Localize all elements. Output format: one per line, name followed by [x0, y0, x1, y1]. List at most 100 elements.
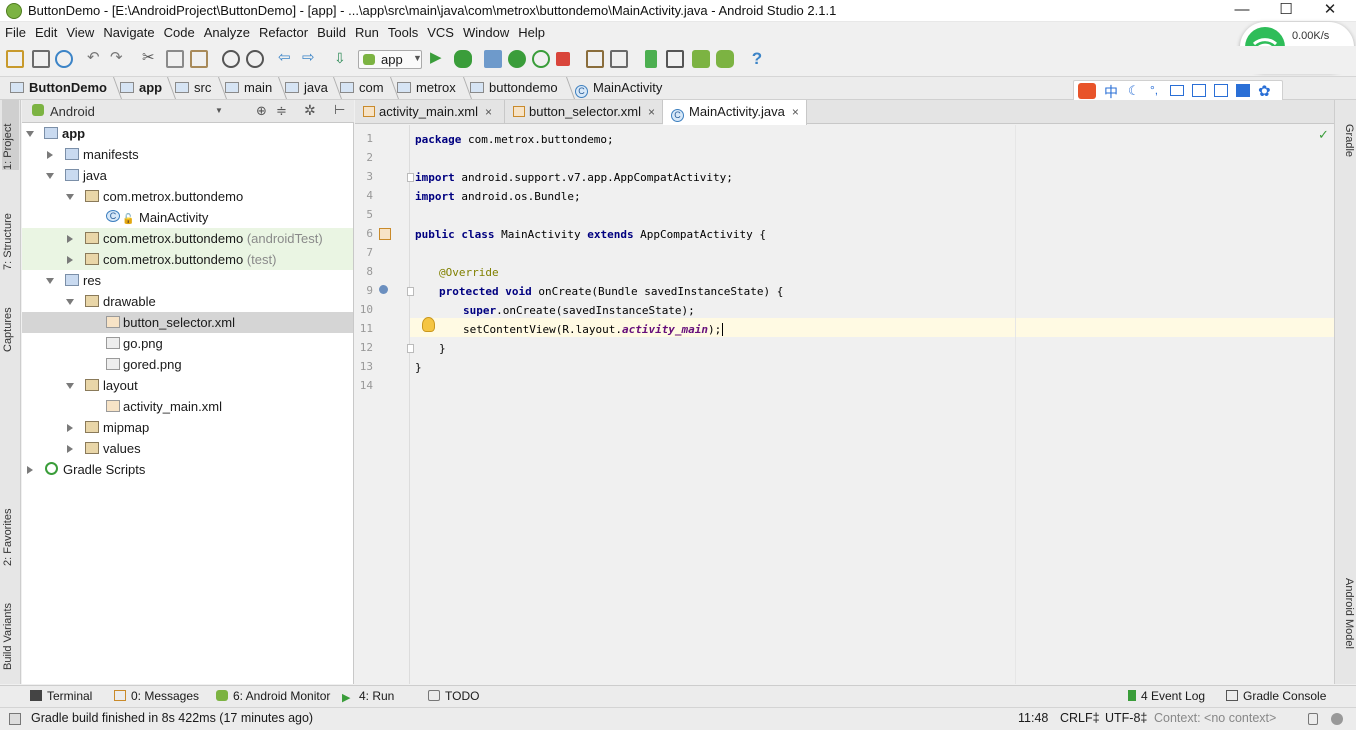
menu-window[interactable]: Window [458, 22, 513, 42]
tool-tab-structure[interactable]: 7: Structure [2, 190, 19, 270]
copy-icon[interactable] [166, 50, 184, 68]
find-icon[interactable] [222, 50, 240, 68]
run-icon[interactable]: ▶ [430, 50, 448, 68]
stop-icon[interactable] [556, 52, 570, 66]
apply-changes-icon[interactable] [508, 50, 526, 68]
line-separator[interactable]: CRLF‡ [1060, 711, 1100, 725]
tool-tab-build-variants[interactable]: Build Variants [2, 578, 19, 670]
menu-build[interactable]: Build [312, 22, 350, 42]
scroll-from-source-icon[interactable]: ⊕ [256, 103, 267, 119]
inspection-ok-icon[interactable]: ✓ [1318, 127, 1329, 143]
android-device-monitor-icon[interactable] [716, 50, 734, 68]
collapse-arrow-icon[interactable] [67, 445, 73, 453]
breadcrumb-item-buttondemo[interactable]: buttondemo [470, 80, 558, 95]
cut-icon[interactable]: ✂ [142, 50, 160, 68]
tool-tab-run[interactable]: ▶ 4: Run [342, 689, 394, 704]
collapse-arrow-icon[interactable] [67, 424, 73, 432]
expand-arrow-icon[interactable] [66, 194, 74, 200]
expand-arrow-icon[interactable] [26, 131, 34, 137]
tool-tab-favorites[interactable]: 2: Favorites [2, 482, 19, 566]
tree-node-values[interactable]: values [22, 438, 353, 459]
override-gutter-icon[interactable] [379, 285, 388, 294]
project-view-select[interactable]: Android [50, 104, 95, 119]
breadcrumb-item-src[interactable]: src [175, 80, 211, 95]
forward-icon[interactable]: ⇨ [302, 50, 320, 68]
menu-edit[interactable]: Edit [30, 22, 61, 42]
file-encoding[interactable]: UTF-8‡ [1105, 711, 1147, 725]
tree-node-mipmap[interactable]: mipmap [22, 417, 353, 438]
menu-analyze[interactable]: Analyze [199, 22, 254, 42]
tree-node-layout[interactable]: layout [22, 375, 353, 396]
menu-refactor[interactable]: Refactor [254, 22, 312, 42]
tool-tab-todo[interactable]: TODO [428, 689, 479, 703]
tree-node-package-test[interactable]: com.metrox.buttondemo (test) [22, 249, 353, 270]
hide-pane-icon[interactable]: ⊢ [334, 102, 345, 118]
tree-node-gradle-scripts[interactable]: Gradle Scripts [22, 459, 353, 480]
sdk-settings-icon[interactable] [610, 50, 628, 68]
tree-node-package-androidtest[interactable]: com.metrox.buttondemo (androidTest) [22, 228, 353, 249]
tool-tab-terminal[interactable]: Terminal [30, 689, 92, 703]
tool-tab-android-monitor[interactable]: 6: Android Monitor [216, 689, 330, 703]
lightbulb-icon[interactable] [422, 317, 435, 332]
undo-icon[interactable]: ↶ [87, 50, 105, 68]
layout-gutter-icon[interactable] [379, 228, 391, 240]
menu-tools[interactable]: Tools [383, 22, 422, 42]
ime-moon-icon[interactable]: ☾ [1128, 83, 1140, 99]
ime-skin-icon[interactable] [1236, 84, 1250, 97]
close-button[interactable]: ✕ [1308, 0, 1352, 22]
minimize-button[interactable]: — [1220, 0, 1264, 22]
maximize-button[interactable]: ☐ [1264, 0, 1308, 22]
back-icon[interactable]: ⇦ [278, 50, 296, 68]
collapse-all-icon[interactable]: ≑ [276, 103, 287, 119]
tab-button-selector-xml[interactable]: button_selector.xml × [505, 100, 663, 124]
tree-node-gored-png[interactable]: gored.png [22, 354, 353, 375]
sync-icon[interactable] [55, 50, 73, 68]
ime-settings-icon[interactable]: ✿ [1258, 82, 1271, 100]
tree-node-mainactivity[interactable]: C 🔓 MainActivity [22, 207, 353, 228]
menu-vcs[interactable]: VCS [422, 22, 458, 42]
project-structure-icon[interactable] [586, 50, 604, 68]
ime-simplified-icon[interactable] [1214, 84, 1228, 97]
close-tab-icon[interactable]: × [648, 105, 655, 119]
collapse-arrow-icon[interactable] [67, 256, 73, 264]
collapse-arrow-icon[interactable] [47, 151, 53, 159]
expand-arrow-icon[interactable] [66, 383, 74, 389]
menu-file[interactable]: File [0, 22, 30, 42]
tree-node-res[interactable]: res [22, 270, 353, 291]
help-icon[interactable]: ? [748, 50, 766, 68]
tool-tab-gradle[interactable]: Gradle [1338, 124, 1355, 174]
breadcrumb-item-main[interactable]: main [225, 80, 272, 95]
save-icon[interactable] [32, 50, 50, 68]
paste-icon[interactable] [190, 50, 208, 68]
expand-arrow-icon[interactable] [46, 173, 54, 179]
ime-language[interactable]: 中 [1104, 82, 1118, 102]
gear-icon[interactable]: ✲ [304, 102, 316, 119]
tree-node-activity-main[interactable]: activity_main.xml [22, 396, 353, 417]
redo-icon[interactable]: ↷ [110, 50, 128, 68]
breadcrumb-item-java[interactable]: java [285, 80, 328, 95]
tab-activity-main-xml[interactable]: activity_main.xml × [355, 100, 505, 124]
tree-node-package[interactable]: com.metrox.buttondemo [22, 186, 353, 207]
tree-node-drawable[interactable]: drawable [22, 291, 353, 312]
tool-tab-android-model[interactable]: Android Model [1338, 578, 1355, 673]
breadcrumb-item-metrox[interactable]: metrox [397, 80, 456, 95]
expand-arrow-icon[interactable] [66, 299, 74, 305]
tree-node-java[interactable]: java [22, 165, 353, 186]
lock-icon[interactable] [1308, 713, 1318, 725]
run-config-select[interactable]: app ▼ [358, 50, 422, 69]
open-folder-icon[interactable] [6, 50, 24, 68]
menu-code[interactable]: Code [159, 22, 199, 42]
tree-node-button-selector[interactable]: button_selector.xml [22, 312, 353, 333]
tool-tab-event-log[interactable]: 4 Event Log [1128, 689, 1205, 703]
code-editor[interactable]: package com.metrox.buttondemo; import an… [410, 125, 1334, 684]
menu-help[interactable]: Help [513, 22, 549, 42]
breadcrumb-item-com[interactable]: com [340, 80, 384, 95]
tool-tab-gradle-console[interactable]: Gradle Console [1226, 689, 1326, 703]
chevron-down-icon[interactable]: ▼ [215, 106, 223, 115]
replace-icon[interactable] [246, 50, 264, 68]
close-tab-icon[interactable]: × [485, 105, 492, 119]
expand-arrow-icon[interactable] [46, 278, 54, 284]
breadcrumb-item-app[interactable]: app [120, 80, 162, 95]
sync-gradle-icon[interactable] [645, 50, 657, 68]
tree-node-manifests[interactable]: manifests [22, 144, 353, 165]
